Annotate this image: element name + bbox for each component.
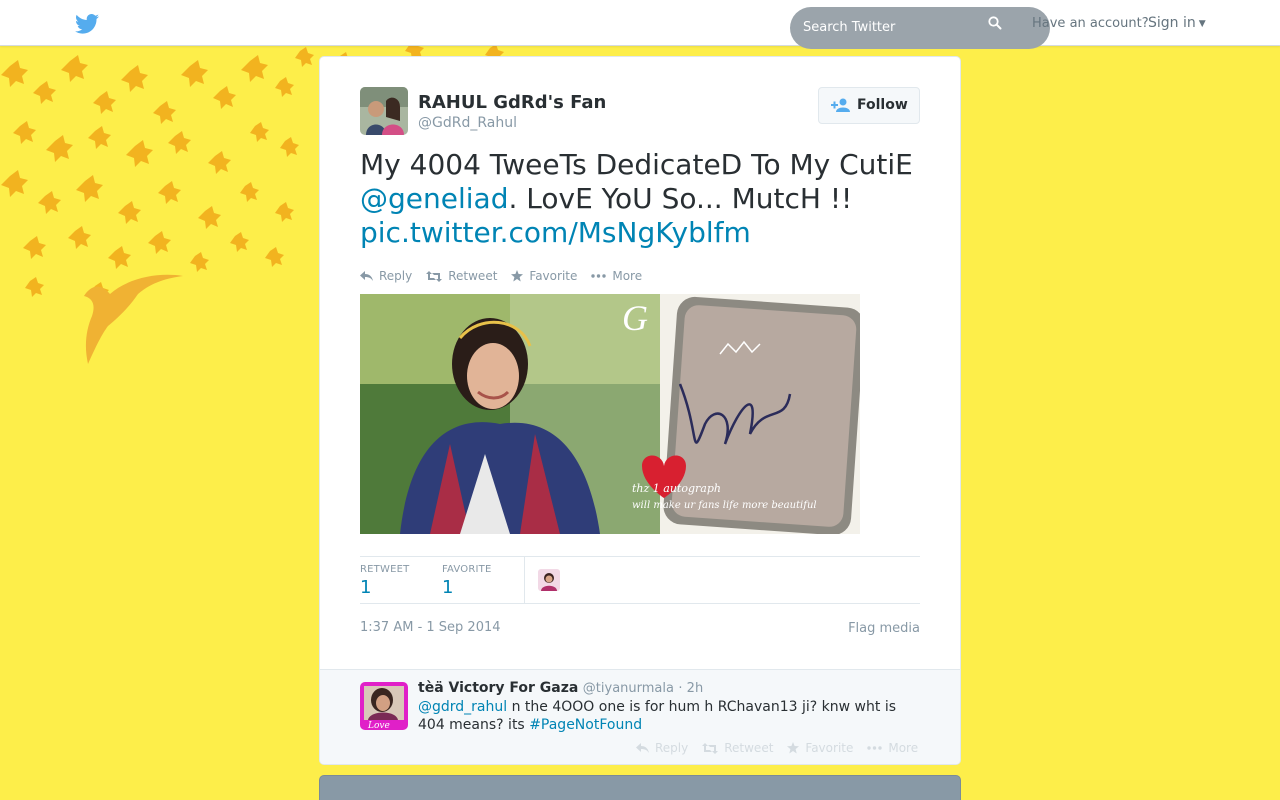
more-dots-icon xyxy=(591,274,607,278)
reply-icon xyxy=(360,270,373,281)
reply-reply-button[interactable]: Reply xyxy=(636,741,688,755)
favorite-count: 1 xyxy=(442,577,454,598)
tweet-timestamp: 1:37 AM - 1 Sep 2014 xyxy=(360,620,501,635)
reply-header: tèä Victory For Gaza @tiyanurmala · 2h xyxy=(418,680,703,696)
retweet-icon xyxy=(426,270,443,282)
twitter-bird-icon[interactable] xyxy=(75,14,99,34)
media-caption-line2: will make ur fans life more beautiful xyxy=(632,500,817,511)
sign-in-button[interactable]: Sign in ▼ xyxy=(1148,15,1206,31)
top-navigation-bar: Search Twitter Have an account? Sign in ▼ xyxy=(0,0,1280,49)
stats-divider xyxy=(524,557,525,603)
add-user-icon xyxy=(831,98,850,112)
more-label: More xyxy=(612,269,643,283)
sign-in-label: Sign in xyxy=(1148,15,1196,31)
reply-tweet[interactable]: Love tèä Victory For Gaza @tiyanurmala ·… xyxy=(320,669,960,764)
caret-down-icon: ▼ xyxy=(1198,19,1206,29)
flag-media-link[interactable]: Flag media xyxy=(848,621,920,636)
svg-text:G: G xyxy=(622,298,648,338)
star-icon xyxy=(787,742,800,754)
reply-icon xyxy=(636,742,649,753)
search-input[interactable]: Search Twitter xyxy=(790,7,1050,49)
tweet-text: My 4004 TweeTs DedicateD To My CutiE @ge… xyxy=(360,148,930,250)
tweet-text-part2: . LovE YoU So... MutcH !! xyxy=(508,182,853,215)
retweet-button[interactable]: Retweet xyxy=(426,267,497,285)
svg-text:Love: Love xyxy=(367,721,390,730)
favorite-stat-label: FAVORITE xyxy=(442,564,492,575)
hashtag-link[interactable]: #PageNotFound xyxy=(529,717,642,733)
favoriter-avatar[interactable] xyxy=(538,569,560,591)
search-placeholder: Search Twitter xyxy=(803,20,896,35)
mention-link[interactable]: @geneliad xyxy=(360,182,508,215)
retweet-label: Retweet xyxy=(448,269,498,283)
retweet-stat-label: RETWEET xyxy=(360,564,410,575)
favorite-label: Favorite xyxy=(529,269,578,283)
tweet-media-photo[interactable]: G thz 1 autograph will make ur fans life… xyxy=(360,294,860,534)
reply-screen-name[interactable]: @tiyanurmala xyxy=(583,681,674,696)
reply-avatar[interactable]: Love xyxy=(360,682,408,730)
reply-tweet-actions: Reply Retweet Favorite More xyxy=(636,741,932,755)
reply-favorite-label: Favorite xyxy=(805,741,854,755)
retweet-icon xyxy=(702,742,719,754)
tweet-permalink-card: RAHUL GdRd's Fan @GdRd_Rahul Follow My 4… xyxy=(319,56,961,765)
user-display-name[interactable]: RAHUL GdRd's Fan xyxy=(418,92,606,113)
more-button[interactable]: More xyxy=(591,267,642,285)
retweet-stat[interactable]: RETWEET 1 xyxy=(360,564,409,598)
reply-favorite-button[interactable]: Favorite xyxy=(787,741,853,755)
reply-mention-link[interactable]: @gdrd_rahul xyxy=(418,699,507,715)
pic-link[interactable]: pic.twitter.com/MsNgKyblfm xyxy=(360,216,751,249)
reply-more-label: More xyxy=(888,741,919,755)
next-section-card xyxy=(319,775,961,800)
user-screen-name[interactable]: @GdRd_Rahul xyxy=(418,115,517,131)
more-dots-icon xyxy=(867,746,883,750)
reply-label: Reply xyxy=(379,269,413,283)
follow-button[interactable]: Follow xyxy=(818,87,920,124)
reply-retweet-label: Retweet xyxy=(724,741,774,755)
favorite-button[interactable]: Favorite xyxy=(511,267,577,285)
reply-retweet-button[interactable]: Retweet xyxy=(702,741,773,755)
reply-more-button[interactable]: More xyxy=(867,741,918,755)
search-icon[interactable] xyxy=(988,16,1002,30)
favorite-stat[interactable]: FAVORITE 1 xyxy=(442,564,492,598)
have-account-text: Have an account? xyxy=(1032,16,1149,31)
tweet-actions: Reply Retweet Favorite More xyxy=(360,267,656,285)
star-icon xyxy=(511,270,524,282)
follow-label: Follow xyxy=(857,97,908,113)
bird-silhouette-decoration xyxy=(84,274,183,364)
reply-reply-label: Reply xyxy=(655,741,689,755)
reply-text: @gdrd_rahul n the 4OOO one is for hum h … xyxy=(418,698,923,734)
tweet-stats: RETWEET 1 FAVORITE 1 xyxy=(360,556,920,604)
avatar[interactable] xyxy=(360,87,408,135)
reply-time[interactable]: · 2h xyxy=(678,681,703,696)
retweet-count: 1 xyxy=(360,577,372,598)
reply-display-name[interactable]: tèä Victory For Gaza xyxy=(418,680,578,696)
media-caption-line1: thz 1 autograph xyxy=(632,482,721,495)
reply-button[interactable]: Reply xyxy=(360,267,412,285)
tweet-text-part1: My 4004 TweeTs DedicateD To My CutiE xyxy=(360,148,913,181)
